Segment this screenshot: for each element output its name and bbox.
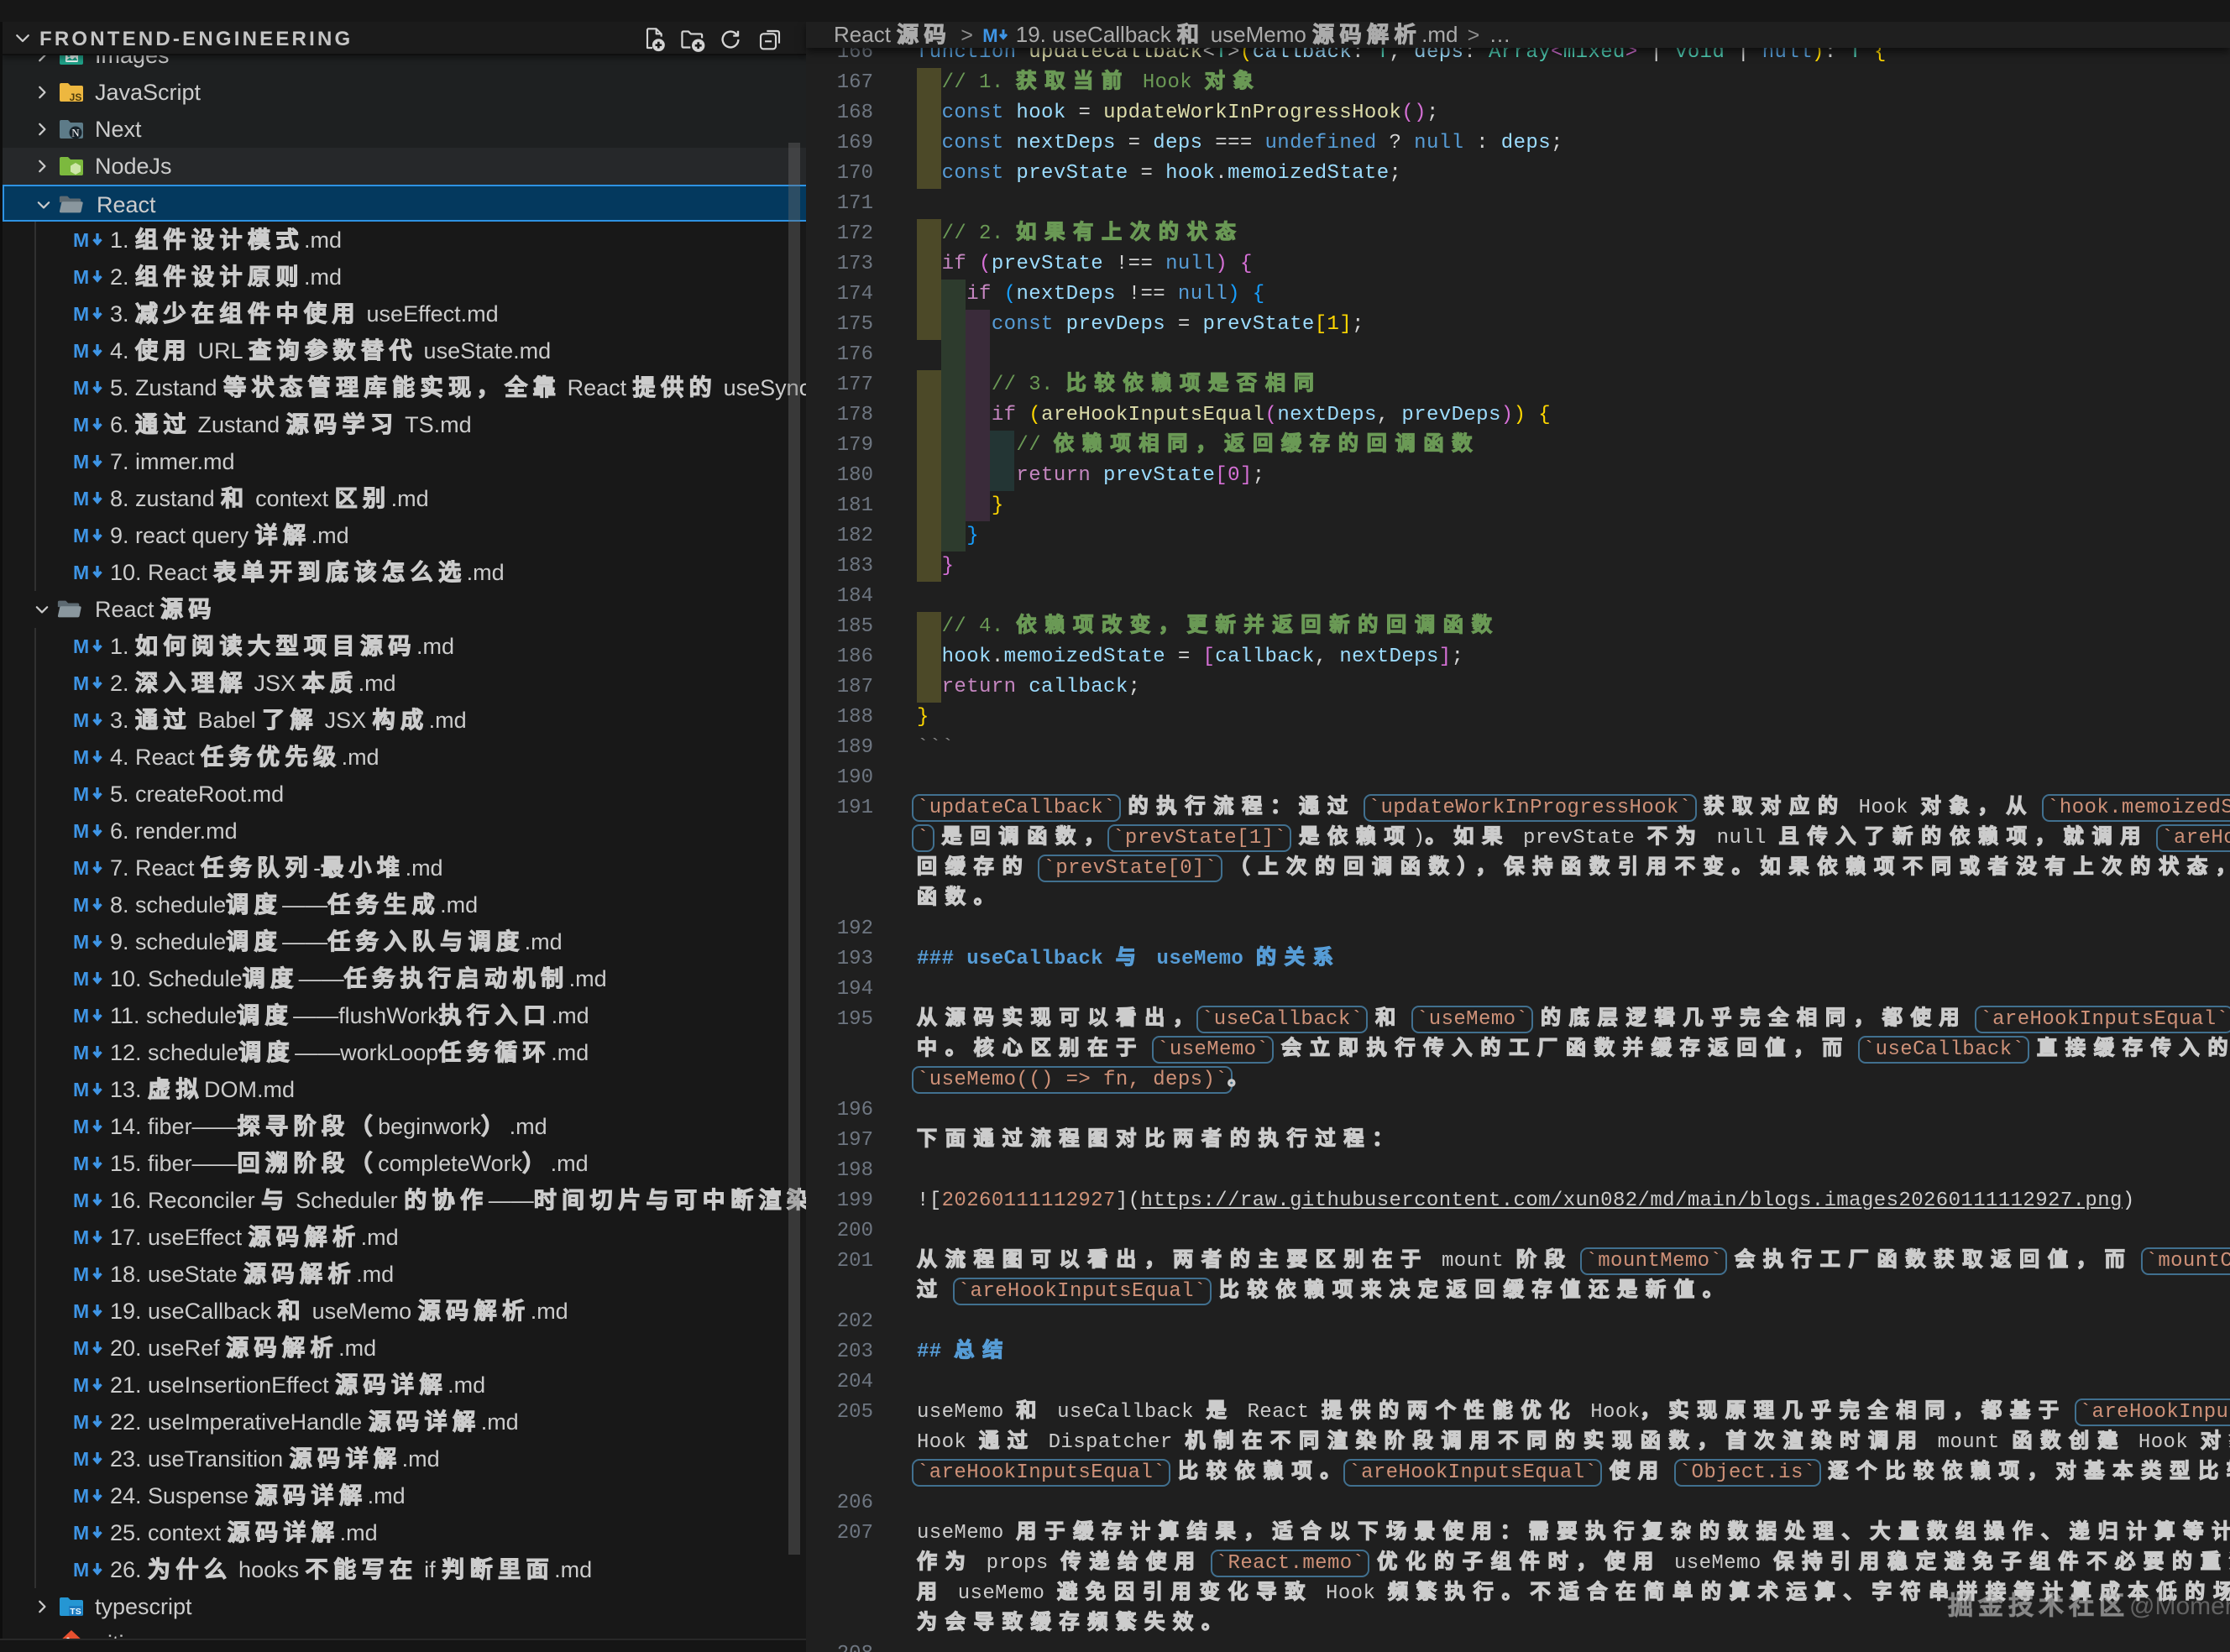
svg-text:N: N: [71, 127, 80, 139]
svg-text:JS: JS: [70, 91, 82, 103]
svg-text:TS: TS: [70, 1607, 81, 1617]
